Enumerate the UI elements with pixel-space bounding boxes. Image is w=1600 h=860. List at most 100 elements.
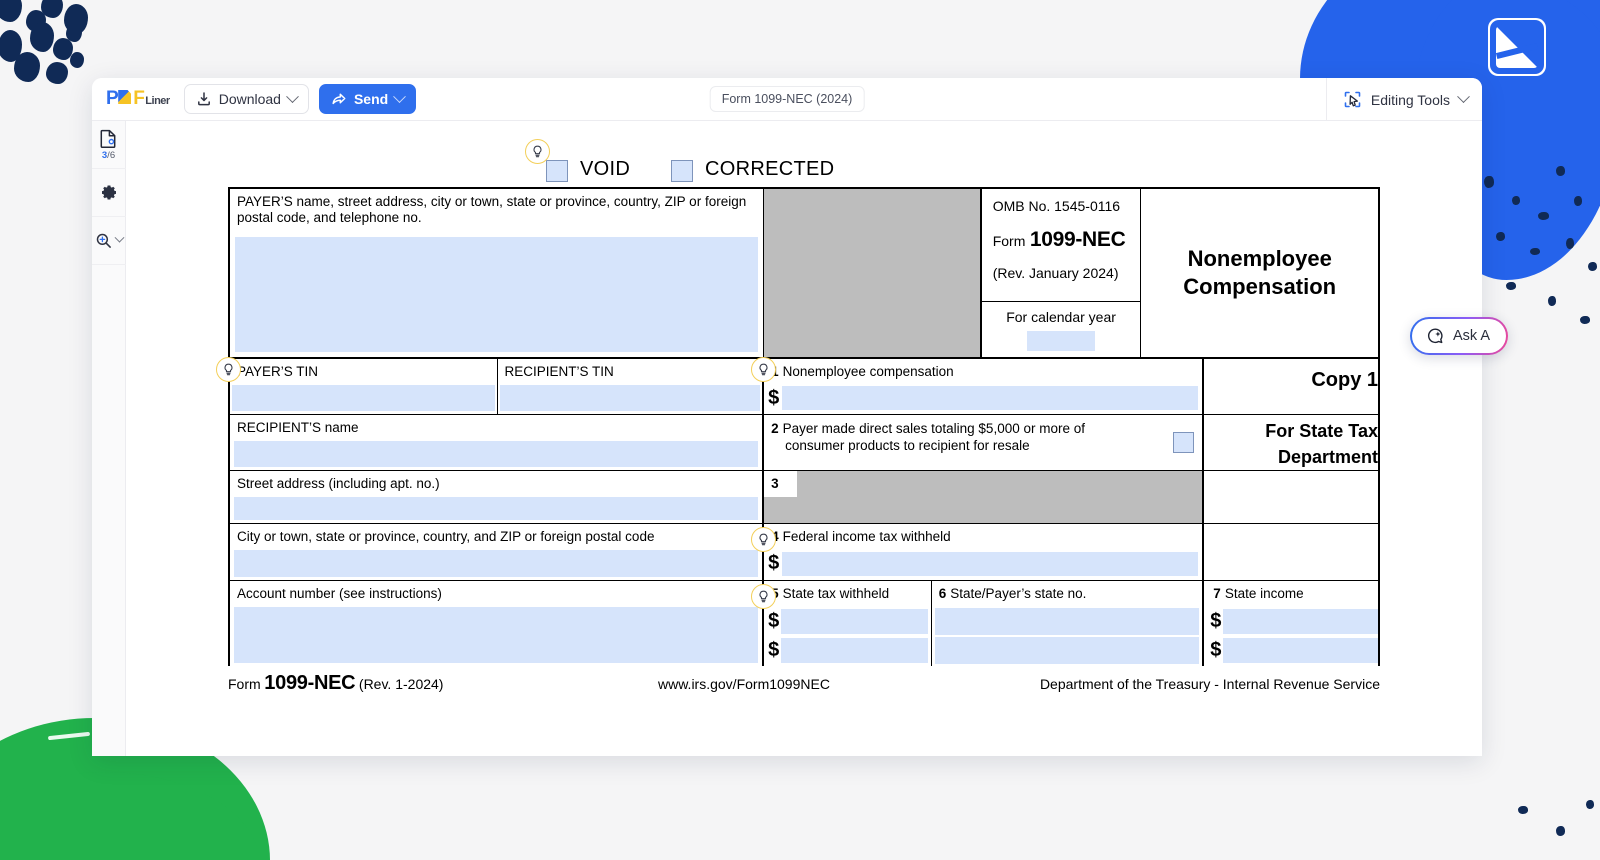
ai-sparkle-chat-icon	[1425, 326, 1445, 346]
city-box: City or town, state or province, country…	[230, 524, 765, 580]
decor-speckle	[1556, 826, 1565, 836]
copy-line3: Department	[1277, 447, 1378, 467]
box6-label: State/Payer’s state no.	[950, 586, 1087, 601]
footer-form-number: 1099-NEC	[264, 672, 356, 694]
decor-speckle	[1588, 262, 1597, 271]
calendar-year-input[interactable]	[1027, 331, 1096, 351]
box4-label-wrap: 4Federal income tax withheld	[764, 524, 1202, 547]
account-number-box: Account number (see instructions)	[230, 581, 765, 666]
box4-federal-tax-withheld: 4Federal income tax withheld $	[764, 524, 1205, 580]
form-title-line1: Nonemployee	[1187, 246, 1332, 271]
city-label: City or town, state or province, country…	[237, 529, 655, 544]
download-label: Download	[218, 91, 281, 107]
box1-label: Nonemployee compensation	[782, 364, 954, 379]
box3-reserved: 3	[764, 471, 1205, 523]
void-checkbox[interactable]	[546, 160, 568, 182]
box2-label-line2: consumer products to recipient for resal…	[785, 438, 1030, 453]
send-icon	[331, 91, 347, 107]
decor-speckle	[1566, 238, 1574, 249]
logo-mark-icon	[118, 88, 133, 104]
decor-speckle	[1530, 248, 1540, 255]
account-number-input[interactable]	[234, 607, 759, 663]
box5-label-wrap: 5State tax withheld	[764, 581, 931, 604]
page-thumbnail-icon	[100, 129, 117, 148]
decor-navy-blob	[66, 24, 82, 42]
pdfliner-app-window: P F Liner Download Send Form 1099-NEC (2…	[92, 78, 1482, 756]
form-grid: PAYER’S name, street address, city or to…	[216, 187, 1380, 666]
decor-navy-blob	[14, 52, 40, 82]
footer-department: Department of the Treasury - Internal Re…	[1039, 676, 1380, 692]
box5-amount-row-1: $	[768, 607, 928, 636]
send-button[interactable]: Send	[318, 84, 417, 114]
download-icon	[196, 91, 212, 107]
document-title-chip[interactable]: Form 1099-NEC (2024)	[709, 86, 865, 112]
copy-line2: For State Tax	[1265, 421, 1378, 441]
decor-speckle	[1538, 212, 1549, 220]
hint-marker-icon[interactable]	[751, 527, 776, 552]
box7-input-2[interactable]	[1223, 637, 1378, 663]
sidebar-item-zoom[interactable]	[92, 217, 126, 265]
currency-symbol: $	[768, 386, 780, 409]
form-footer: Form 1099-NEC (Rev. 1-2024) www.irs.gov/…	[228, 666, 1380, 695]
decor-navy-blob	[46, 62, 68, 84]
form-title-line2: Compensation	[1183, 274, 1337, 299]
recipients-tin-input[interactable]	[499, 385, 761, 411]
decor-speckle	[1512, 196, 1520, 205]
box7-input-1[interactable]	[1223, 609, 1378, 634]
box6-input-2[interactable]	[934, 637, 1200, 664]
box5-input-1[interactable]	[781, 609, 928, 634]
box3-number-tab: 3	[764, 471, 798, 497]
box4-input[interactable]	[782, 551, 1199, 576]
footer-form-word: Form	[228, 676, 261, 692]
box6-state-payer-no: 6 State/Payer’s state no.	[932, 581, 1205, 666]
copy-line1: Copy 1	[1311, 369, 1378, 391]
chevron-down-icon	[114, 232, 124, 243]
box6-label-wrap: 6 State/Payer’s state no.	[932, 581, 1203, 604]
decor-speckle	[1518, 806, 1528, 814]
download-button[interactable]: Download	[183, 84, 309, 114]
payers-tin-input[interactable]	[232, 385, 495, 411]
box5-amount-row-2: $	[768, 636, 928, 664]
box6-input-1[interactable]	[934, 608, 1200, 635]
recipients-name-input[interactable]	[234, 441, 759, 467]
decor-speckle	[1484, 176, 1494, 188]
decor-navy-blob	[0, 0, 22, 22]
gear-icon	[99, 183, 118, 202]
hint-marker-icon[interactable]	[216, 357, 241, 382]
sidebar-item-settings[interactable]	[92, 169, 126, 217]
decor-speckle	[1506, 282, 1516, 290]
ask-ai-button[interactable]: Ask A	[1410, 317, 1509, 355]
pdfliner-logo[interactable]: P F Liner	[106, 88, 170, 110]
box1-amount-row: $	[768, 385, 1199, 411]
recipients-tin-label: RECIPIENT’S TIN	[504, 364, 614, 379]
box3-number: 3	[771, 476, 779, 491]
form-number: 1099-NEC	[1029, 228, 1126, 251]
street-address-input[interactable]	[234, 497, 759, 520]
decor-navy-blob	[70, 52, 84, 68]
corrected-checkbox[interactable]	[671, 160, 693, 182]
payers-tin-label: PAYER’S TIN	[237, 364, 319, 379]
form-title-box: Nonemployee Compensation	[1141, 189, 1378, 357]
footer-url[interactable]: www.irs.gov/Form1099NEC	[658, 676, 998, 692]
hint-marker-icon[interactable]	[525, 139, 550, 164]
box1-label-wrap: 1Nonemployee compensation	[764, 359, 1202, 382]
search-zoom-icon	[95, 232, 112, 249]
city-input[interactable]	[234, 550, 759, 577]
document-canvas: VOID CORRECTED PAYER’S name, street addr…	[126, 121, 1482, 756]
app-toolbar: P F Liner Download Send Form 1099-NEC (2…	[92, 78, 1482, 121]
box5-input-2[interactable]	[781, 637, 928, 663]
box1-input[interactable]	[782, 386, 1199, 410]
form-row-street: Street address (including apt. no.) 3	[230, 470, 1378, 523]
box4-label: Federal income tax withheld	[782, 529, 951, 544]
payer-address-input[interactable]	[235, 237, 759, 352]
box2-checkbox[interactable]	[1173, 432, 1195, 453]
cursor-select-icon	[1343, 90, 1362, 109]
sidebar-item-pages[interactable]: 3/6	[92, 121, 126, 169]
ask-ai-label: Ask A	[1453, 328, 1491, 344]
form-word: Form	[992, 233, 1026, 249]
box7-number: 7	[1213, 586, 1221, 601]
hint-marker-icon[interactable]	[751, 584, 776, 609]
editing-tools-button[interactable]: Editing Tools	[1325, 78, 1470, 121]
form-row-header: PAYER’S name, street address, city or to…	[230, 189, 1378, 357]
hint-marker-icon[interactable]	[751, 357, 776, 382]
